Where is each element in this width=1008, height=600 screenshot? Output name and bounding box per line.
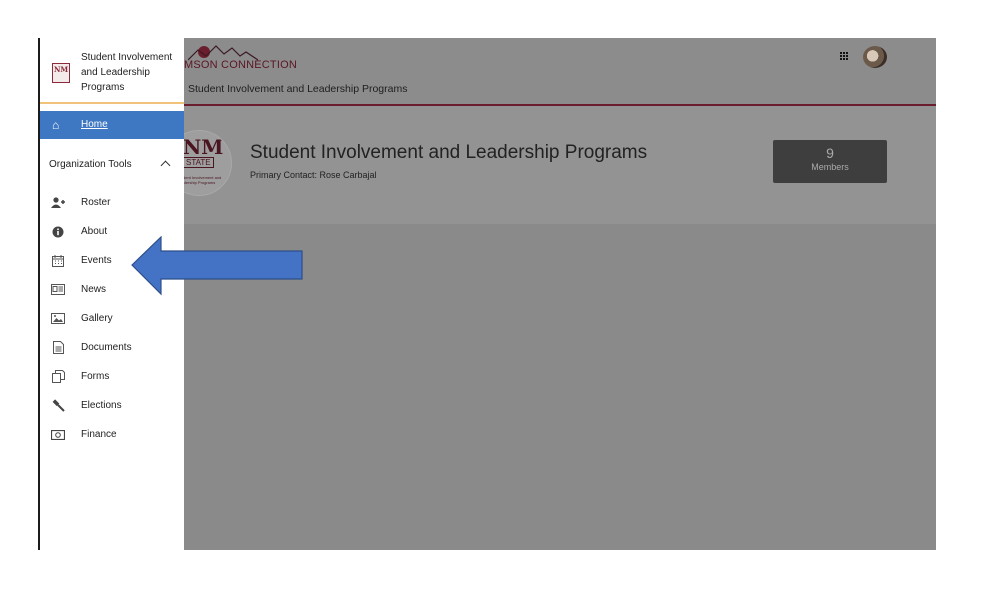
primary-contact: Primary Contact: Rose Carbajal	[250, 170, 377, 180]
forms-icon	[51, 370, 65, 383]
sidebar-item-roster[interactable]: Roster	[40, 192, 184, 214]
sidebar-item-label: About	[81, 226, 108, 237]
sidebar-item-elections[interactable]: Elections	[40, 395, 184, 417]
sidebar-item-label: News	[81, 284, 107, 295]
home-icon: ⌂	[52, 118, 60, 132]
gavel-icon	[51, 399, 65, 412]
sidebar-item-home[interactable]: ⌂ Home	[40, 111, 184, 139]
sidebar-item-gallery[interactable]: Gallery	[40, 308, 184, 330]
brand-name[interactable]: MSON CONNECTION	[184, 59, 297, 71]
calendar-icon	[51, 254, 65, 267]
image-icon	[51, 312, 65, 325]
chevron-up-icon[interactable]	[160, 160, 171, 171]
section-organization-tools[interactable]: Organization Tools	[49, 159, 132, 170]
sidebar-item-label: Roster	[81, 197, 111, 208]
org-logo-top: NM	[183, 135, 224, 159]
info-icon	[51, 225, 65, 238]
document-icon	[51, 341, 65, 354]
sidebar-org-name: Student Involvement and Leadership Progr…	[81, 52, 173, 93]
members-card[interactable]: 9 Members	[773, 140, 887, 183]
page-title: Student Involvement and Leadership Progr…	[250, 142, 648, 163]
members-count: 9	[826, 145, 834, 161]
sidebar-item-finance[interactable]: Finance	[40, 424, 184, 446]
apps-grid-icon[interactable]	[840, 52, 849, 61]
sidebar-item-label: Home	[81, 119, 108, 130]
org-logo-middle: STATE	[183, 157, 214, 168]
add-user-icon	[51, 196, 65, 209]
sidebar-header[interactable]: NM Student Involvement and Leadership Pr…	[40, 38, 184, 104]
sidebar-item-label: Forms	[81, 371, 110, 382]
newspaper-icon	[51, 283, 65, 296]
sidebar-item-forms[interactable]: Forms	[40, 366, 184, 388]
left-arrow-annotation-icon	[131, 236, 303, 296]
members-label: Members	[811, 162, 849, 172]
sidebar-item-label: Events	[81, 255, 112, 266]
breadcrumb[interactable]: Student Involvement and Leadership Progr…	[188, 83, 407, 95]
org-small-logo-text: NM	[54, 65, 69, 74]
money-icon	[51, 428, 65, 441]
sidebar-item-documents[interactable]: Documents	[40, 337, 184, 359]
sidebar-item-label: Elections	[81, 400, 122, 411]
avatar[interactable]	[863, 46, 887, 68]
sidebar-item-label: Finance	[81, 429, 117, 440]
sidebar-item-label: Gallery	[81, 313, 113, 324]
sidebar-item-label: Documents	[81, 342, 132, 353]
org-small-logo: NM	[52, 63, 70, 83]
